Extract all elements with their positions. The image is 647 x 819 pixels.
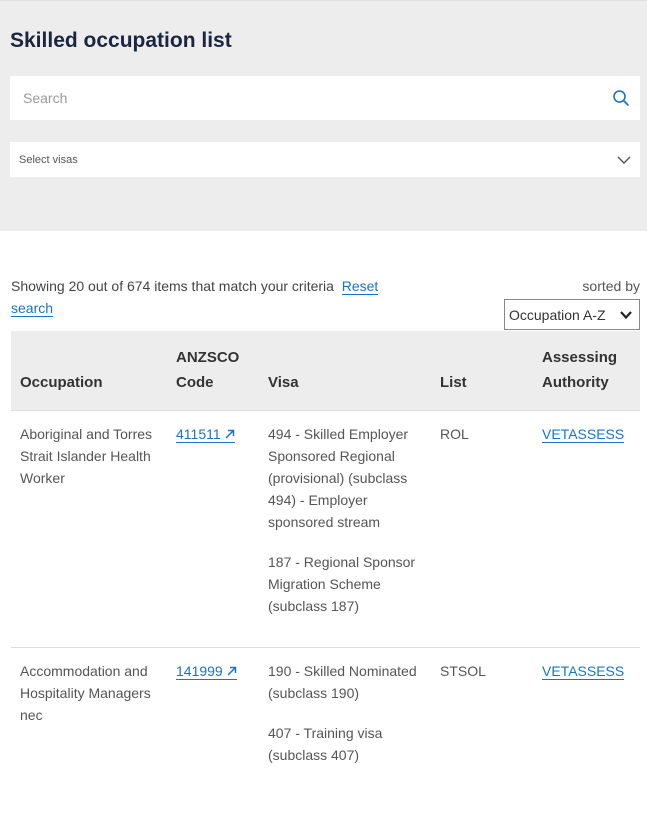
filter-panel: Skilled occupation list Select visas (0, 0, 647, 231)
chevron-down-icon (617, 156, 631, 164)
table-row: Aboriginal and Torres Strait Islander He… (11, 410, 640, 648)
header-anzsco-code[interactable]: ANZSCO Code (167, 331, 259, 411)
occupation-cell: Accommodation and Hospitality Managers n… (11, 647, 167, 796)
anzsco-code-cell: 141999 (167, 647, 259, 796)
table-row: Accommodation and Hospitality Managers n… (11, 647, 640, 796)
table-header-row: Occupation ANZSCO Code Visa List Assessin… (11, 331, 640, 411)
external-link-icon (225, 429, 234, 439)
reset-search-link-2[interactable]: search (11, 300, 54, 317)
sort-select-value: Occupation A-Z (509, 306, 606, 323)
sort-area: sorted by Occupation A-Z (504, 275, 640, 331)
visa-select[interactable]: Select visas (10, 142, 640, 177)
sort-select[interactable]: Occupation A-Z (504, 299, 640, 330)
visa-cell: 494 - Skilled Employer Sponsored Regiona… (259, 410, 431, 648)
chevron-down-icon (620, 310, 632, 319)
authority-cell: VETASSESS (533, 647, 640, 796)
anzsco-code-link[interactable]: 141999 (176, 663, 237, 680)
assessing-authority-link[interactable]: VETASSESS (542, 426, 625, 443)
visa-select-label: Select visas (19, 153, 78, 166)
list-cell: ROL (431, 410, 533, 648)
occupation-table: Occupation ANZSCO Code Visa List Assessin… (11, 331, 640, 796)
anzsco-code-cell: 411511 (167, 410, 259, 648)
header-list[interactable]: List (431, 331, 533, 411)
external-link-icon (227, 666, 236, 676)
visa-cell: 190 - Skilled Nominated (subclass 190) 4… (259, 647, 431, 796)
results-summary: Showing 20 out of 674 items that match y… (11, 275, 431, 331)
reset-search-link[interactable]: Reset (341, 278, 379, 295)
visa-entry: 187 - Regional Sponsor Migration Scheme … (268, 554, 416, 614)
search-input[interactable] (21, 89, 612, 107)
visa-entry: 494 - Skilled Employer Sponsored Regiona… (268, 426, 409, 530)
anzsco-code-link[interactable]: 411511 (176, 426, 235, 443)
occupation-cell: Aboriginal and Torres Strait Islander He… (11, 410, 167, 648)
header-occupation[interactable]: Occupation (11, 331, 167, 411)
search-icon[interactable] (612, 89, 630, 107)
results-count-text: Showing 20 out of 674 items that match y… (11, 278, 334, 294)
visa-entry: 407 - Training visa (subclass 407) (268, 725, 383, 763)
header-assessing-authority[interactable]: Assessing Authority (533, 331, 640, 411)
occupation-table-wrap: Occupation ANZSCO Code Visa List Assessin… (0, 331, 647, 796)
list-cell: STSOL (431, 647, 533, 796)
header-visa[interactable]: Visa (259, 331, 431, 411)
sorted-by-label: sorted by (582, 278, 640, 294)
assessing-authority-link[interactable]: VETASSESS (542, 663, 625, 680)
authority-cell: VETASSESS (533, 410, 640, 648)
results-bar: Showing 20 out of 674 items that match y… (0, 231, 647, 331)
search-box[interactable] (10, 76, 640, 120)
visa-entry: 190 - Skilled Nominated (subclass 190) (268, 663, 417, 701)
page-title: Skilled occupation list (10, 29, 232, 52)
